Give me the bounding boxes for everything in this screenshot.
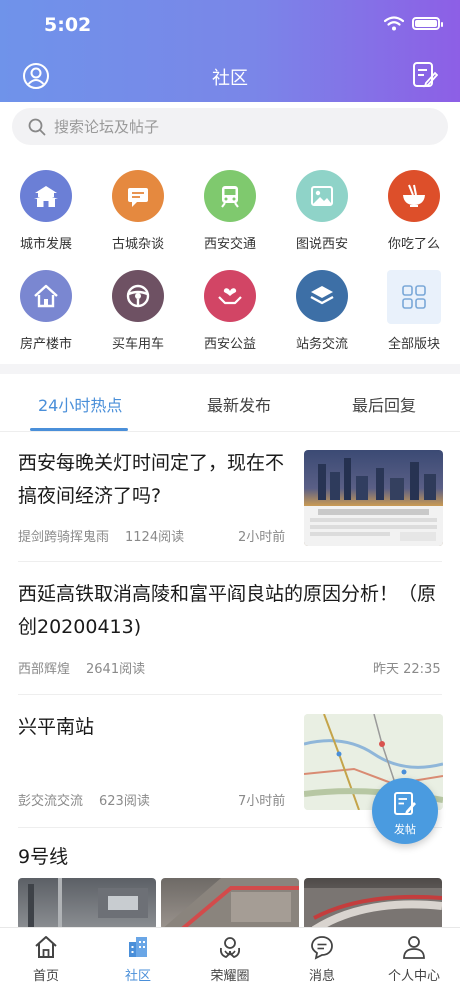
compose-button[interactable] — [412, 61, 439, 93]
post-author: 彭交流交流 — [18, 794, 84, 809]
tabbar-item-profile[interactable]: 个人中心 — [368, 934, 460, 984]
message-icon — [311, 936, 333, 960]
wifi-icon — [384, 16, 404, 31]
post-thumbnail — [304, 450, 443, 546]
post-title: 9号线 — [18, 846, 69, 868]
post-title: 西延高铁取消高陵和富平阎良站的原因分析！（原创20200413) — [18, 583, 437, 638]
fab-label: 发帖 — [394, 823, 416, 836]
house-icon — [20, 270, 72, 322]
tab-active-indicator — [30, 428, 128, 431]
post-author: 西部辉煌 — [18, 662, 71, 677]
city-gate-icon — [20, 170, 72, 222]
category-real-estate[interactable]: 房产楼市 — [0, 270, 92, 352]
post-reads: 623阅读 — [99, 794, 150, 809]
post-image — [18, 878, 156, 928]
post-meta: 彭交流交流 623阅读 — [18, 790, 150, 809]
tabbar-item-home[interactable]: 首页 — [0, 934, 92, 984]
home-icon — [35, 936, 57, 958]
category-cars[interactable]: 买车用车 — [92, 270, 184, 352]
train-icon — [204, 170, 256, 222]
picture-icon — [296, 170, 348, 222]
tabbar-item-honor-circle[interactable]: 荣耀圈 — [184, 934, 276, 984]
edit-note-icon — [413, 62, 439, 88]
category-all-sections[interactable]: 全部版块 — [368, 270, 460, 352]
post-image-strip — [18, 878, 442, 928]
page-title: 社区 — [212, 68, 248, 89]
post-image — [161, 878, 299, 928]
heart-hands-icon — [204, 270, 256, 322]
post-time: 昨天 22:35 — [373, 662, 441, 677]
search-icon — [28, 118, 46, 135]
honor-icon — [219, 937, 241, 959]
category-xian-traffic[interactable]: 西安交通 — [184, 170, 276, 252]
tab-last-reply[interactable]: 最后回复 — [352, 392, 416, 416]
app-header: 5:02 社区 — [0, 0, 460, 102]
edit-note-icon — [394, 792, 416, 815]
category-charity[interactable]: 西安公益 — [184, 270, 276, 352]
steering-wheel-icon — [112, 270, 164, 322]
category-site-affairs[interactable]: 站务交流 — [276, 270, 368, 352]
post-meta: 提剑跨骑挥鬼雨 1124阅读 — [18, 526, 184, 545]
status-time: 5:02 — [44, 14, 92, 36]
post-title: 西安每晚关灯时间定了，现在不搞夜间经济了吗? — [18, 452, 285, 507]
noodle-bowl-icon — [388, 170, 440, 222]
post-item[interactable]: 9号线 — [18, 841, 442, 928]
status-icons — [384, 16, 443, 31]
chat-bubble-icon — [112, 170, 164, 222]
person-icon — [403, 936, 425, 959]
tab-latest[interactable]: 最新发布 — [207, 392, 271, 416]
search-bar[interactable]: 搜索论坛及帖子 — [12, 108, 448, 145]
bottom-tab-bar: 首页 社区 荣耀圈 消息 个人中心 — [0, 927, 460, 999]
search-placeholder: 搜索论坛及帖子 — [54, 118, 160, 136]
layers-icon — [296, 270, 348, 322]
tabbar-item-messages[interactable]: 消息 — [276, 934, 368, 984]
category-food[interactable]: 你吃了么 — [368, 170, 460, 252]
category-city-development[interactable]: 城市发展 — [0, 170, 92, 252]
community-icon — [129, 937, 147, 957]
post-time: 7小时前 — [238, 794, 286, 809]
section-divider — [0, 364, 460, 374]
post-reads: 1124阅读 — [125, 530, 185, 545]
grid-icon — [387, 270, 441, 324]
post-item[interactable]: 西延高铁取消高陵和富平阎良站的原因分析！（原创20200413) 西部辉煌 264… — [18, 578, 442, 688]
post-divider — [18, 694, 442, 695]
new-post-fab[interactable]: 发帖 — [372, 778, 438, 844]
category-picture-xian[interactable]: 图说西安 — [276, 170, 368, 252]
feed-tabs: 24小时热点 最新发布 最后回复 — [0, 378, 460, 432]
post-reads: 2641阅读 — [86, 662, 146, 677]
post-title: 兴平南站 — [18, 716, 95, 738]
post-item[interactable]: 西安每晚关灯时间定了，现在不搞夜间经济了吗? 提剑跨骑挥鬼雨 1124阅读 2小时… — [18, 447, 443, 557]
post-image — [304, 878, 442, 928]
tab-24h-hot[interactable]: 24小时热点 — [38, 392, 122, 416]
post-meta: 西部辉煌 2641阅读 — [18, 658, 145, 677]
category-old-city-talk[interactable]: 古城杂谈 — [92, 170, 184, 252]
battery-icon — [412, 17, 443, 30]
post-time: 2小时前 — [238, 530, 286, 545]
post-author: 提剑跨骑挥鬼雨 — [18, 530, 110, 545]
tabbar-item-community[interactable]: 社区 — [92, 934, 184, 984]
post-divider — [18, 561, 442, 562]
